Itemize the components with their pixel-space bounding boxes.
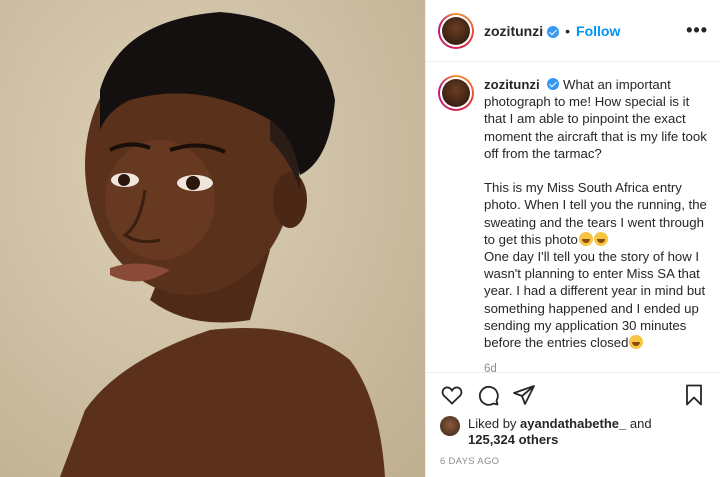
- more-options-icon[interactable]: •••: [686, 20, 708, 41]
- separator-dot: •: [565, 22, 571, 39]
- like-button[interactable]: [438, 381, 466, 409]
- caption-username[interactable]: zozitunzi: [484, 77, 540, 92]
- username-link[interactable]: zozitunzi: [484, 23, 543, 39]
- verified-badge-icon: [547, 78, 560, 90]
- rofl-emoji-icon: [593, 231, 608, 246]
- grin-sweat-emoji-icon: [629, 335, 644, 350]
- avatar[interactable]: [438, 12, 474, 49]
- liker-avatar[interactable]: [440, 416, 460, 436]
- caption-text-p3: One day I'll tell you the story of how I…: [484, 249, 706, 351]
- likes-summary: Liked by ayandathabethe_ and 125,324 oth…: [426, 416, 720, 448]
- instagram-post: zozitunzi • Follow ••• zozitunzi What an…: [0, 0, 720, 477]
- verified-badge-icon: [547, 25, 560, 38]
- caption: zozitunzi What an important photograph t…: [438, 75, 708, 351]
- post-header: zozitunzi • Follow •••: [426, 0, 720, 62]
- likes-and: and: [626, 416, 652, 431]
- portrait-illustration: [60, 12, 385, 477]
- avatar-image: [442, 16, 470, 45]
- follow-button[interactable]: Follow: [576, 23, 620, 39]
- share-button[interactable]: [510, 381, 538, 409]
- comment-button[interactable]: [474, 381, 502, 409]
- paper-plane-icon: [513, 384, 535, 405]
- heart-icon: [441, 386, 463, 405]
- likes-prefix: Liked by: [468, 416, 521, 431]
- liker-username[interactable]: ayandathabethe_: [520, 416, 626, 431]
- save-button[interactable]: [680, 381, 708, 409]
- post-sidebar: zozitunzi • Follow ••• zozitunzi What an…: [425, 0, 720, 477]
- caption-body: zozitunzi What an important photograph t…: [484, 76, 708, 351]
- post-date[interactable]: 6 DAYS AGO: [426, 448, 720, 477]
- bookmark-icon: [686, 384, 702, 405]
- comments-section: zozitunzi What an important photograph t…: [426, 62, 720, 372]
- post-photo[interactable]: [0, 0, 425, 477]
- action-bar: [426, 372, 720, 416]
- likes-count[interactable]: 125,324 others: [468, 432, 558, 447]
- caption-avatar[interactable]: [438, 75, 474, 111]
- comment-icon: [478, 385, 499, 406]
- rofl-emoji-icon: [578, 231, 593, 246]
- caption-timestamp[interactable]: 6d: [484, 363, 708, 372]
